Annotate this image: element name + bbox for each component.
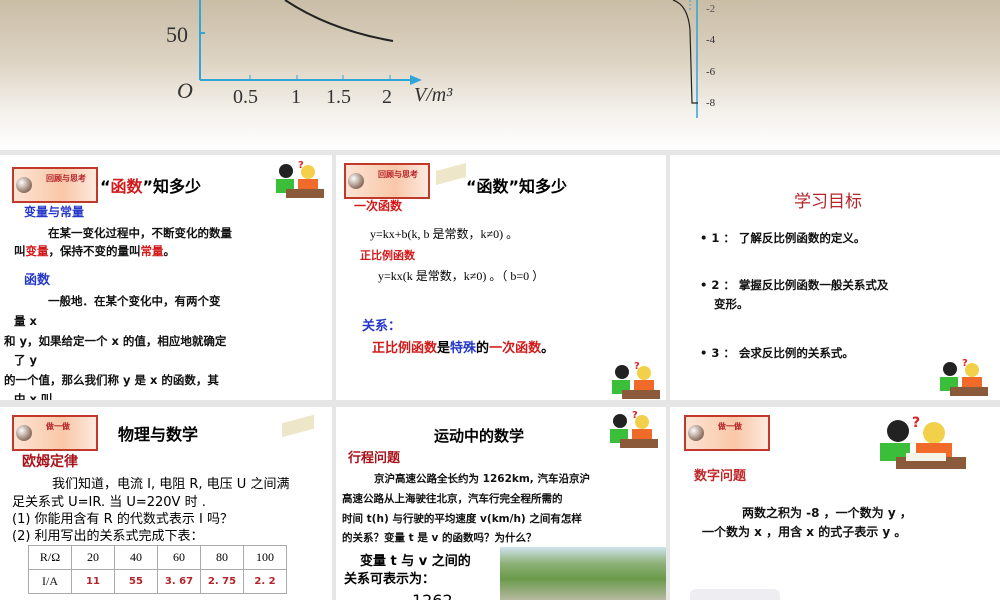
heading: 关系： bbox=[362, 319, 402, 334]
slide-thumbnail-6[interactable]: 做一做 ? 数字问题 两数之积为 -8 ，一个数为 y ， 一个数为 x ，用含… bbox=[670, 407, 1000, 600]
x-axis-label: V/m³ bbox=[414, 84, 453, 106]
globe-icon bbox=[16, 425, 32, 441]
heading: 一次函数 bbox=[354, 199, 403, 213]
text-line: 了 y bbox=[14, 353, 37, 367]
slide-title: 学习目标 bbox=[794, 192, 862, 212]
kids-reading-icon: ? bbox=[268, 159, 328, 201]
svg-text:?: ? bbox=[298, 160, 304, 171]
text-line: 在某一变化过程中，不断变化的数量 bbox=[48, 226, 232, 240]
text-line: 高速公路从上海驶往北京，汽车行完全程所需的 bbox=[342, 493, 563, 505]
slide-title: “函数”知多少 bbox=[466, 177, 568, 196]
book-pencil-icon bbox=[690, 589, 780, 600]
goal-item: • 3 ： 会求反比例的关系式。 bbox=[700, 346, 854, 360]
table-cell: 40 bbox=[114, 545, 158, 570]
text-line: 一个数为 x ，用含 x 的式子表示 y 。 bbox=[702, 525, 907, 539]
slide-thumbnail-4[interactable]: 做一做 物理与数学 欧姆定律 我们知道，电流 I, 电阻 R, 电压 U 之间满… bbox=[0, 407, 332, 600]
section-badge: 做一做 bbox=[12, 415, 98, 451]
right-chart bbox=[672, 0, 698, 118]
y-tick-label: 50 bbox=[166, 22, 188, 47]
slide-thumbnail-5[interactable]: 运动中的数学 ? 行程问题 京沪高速公路全长约为 1262km, 汽车沿京沪 高… bbox=[336, 407, 666, 600]
heading: 行程问题 bbox=[348, 451, 401, 466]
table-cell: 20 bbox=[71, 545, 115, 570]
formula: y=kx(k 是常数，k≠0) 。（ b=0 ） bbox=[378, 269, 545, 283]
text-line: 的一个值，那么我们称 y 是 x 的函数，其 bbox=[4, 373, 219, 387]
text-line: 一般地．在某个变化中，有两个变 bbox=[48, 294, 221, 308]
section-badge: 做一做 bbox=[684, 415, 770, 451]
formula: y=kx+b(k, b 是常数，k≠0) 。 bbox=[370, 227, 519, 241]
table-row: R/Ω 20 40 60 80 100 bbox=[28, 545, 287, 570]
svg-text:?: ? bbox=[912, 415, 920, 431]
slide-thumbnail-1[interactable]: 回顾与思考 “函数”知多少 ? 变量与常量 在某一变化过程中，不断变化的数量 叫… bbox=[0, 155, 332, 400]
table-cell: 2. 2 bbox=[243, 569, 287, 594]
data-table: R/Ω 20 40 60 80 100 I/A 11 55 3. 67 2. 75 2. 2 bbox=[28, 545, 287, 594]
slide-charts bbox=[199, 0, 698, 118]
book-icon bbox=[282, 414, 314, 438]
slide-title: 物理与数学 bbox=[118, 425, 199, 444]
text-line: 变量 t 与 v 之间的 bbox=[360, 554, 471, 569]
slide-thumbnail-3[interactable]: 学习目标 • 1 ： 了解反比例函数的定义。 • 2 ： 掌握反比例函数一般关系… bbox=[670, 155, 1000, 400]
svg-text:?: ? bbox=[634, 361, 640, 372]
text-line: 和 y，如果给定一个 x 的值，相应地就确定 bbox=[4, 334, 227, 348]
heading: 数字问题 bbox=[694, 469, 747, 484]
table-row: I/A 11 55 3. 67 2. 75 2. 2 bbox=[28, 569, 287, 594]
x-tick-label: 0.5 bbox=[233, 86, 258, 108]
left-chart bbox=[199, 0, 422, 85]
table-cell: 11 bbox=[71, 569, 115, 594]
goal-item: • 1 ： 了解反比例函数的定义。 bbox=[700, 231, 866, 245]
kids-reading-icon: ? bbox=[602, 409, 662, 451]
book-icon bbox=[436, 162, 466, 186]
globe-icon bbox=[688, 425, 704, 441]
text-line: 京沪高速公路全长约为 1262km, 汽车沿京沪 bbox=[374, 473, 590, 485]
fraction-numerator: 1262 bbox=[412, 591, 453, 600]
text-line: (2) 利用写出的关系式完成下表： bbox=[12, 529, 204, 544]
text-line: 叫变量，保持不变的量叫常量。 bbox=[14, 244, 175, 258]
text-line: 我们知道，电流 I, 电阻 R, 电压 U 之间满 bbox=[52, 477, 290, 492]
heading: 欧姆定律 bbox=[22, 454, 78, 470]
text-line: 的关系？变量 t 是 v 的函数吗？为什么？ bbox=[342, 532, 537, 544]
table-cell: 2. 75 bbox=[200, 569, 244, 594]
x-tick-label: 2 bbox=[382, 86, 392, 108]
table-cell: 80 bbox=[200, 545, 244, 570]
svg-text:?: ? bbox=[632, 410, 638, 421]
table-cell: R/Ω bbox=[28, 545, 72, 570]
slide-thumbnail-2[interactable]: 回顾与思考 “函数”知多少 一次函数 y=kx+b(k, b 是常数，k≠0) … bbox=[336, 155, 666, 400]
origin-label: O bbox=[177, 78, 193, 103]
text-line: 量 x bbox=[14, 314, 37, 328]
text-line: 时间 t(h) 与行驶的平均速度 v(km/h) 之间有怎样 bbox=[342, 513, 582, 525]
slide-title: “函数”知多少 bbox=[100, 177, 202, 196]
kids-reading-icon: ? bbox=[870, 415, 970, 471]
table-cell: 55 bbox=[114, 569, 158, 594]
table-cell: 3. 67 bbox=[157, 569, 201, 594]
x-tick-label: 1.5 bbox=[326, 86, 351, 108]
heading: 正比例函数 bbox=[360, 249, 415, 262]
kids-reading-icon: ? bbox=[604, 360, 664, 400]
text-line: 两数之积为 -8 ，一个数为 y ， bbox=[742, 506, 912, 520]
heading: 函数 bbox=[24, 273, 51, 288]
y-tick-label: -4 bbox=[706, 34, 716, 46]
globe-icon bbox=[348, 173, 364, 189]
kids-reading-icon: ? bbox=[932, 357, 992, 399]
heading: 变量与常量 bbox=[24, 205, 85, 219]
top-slide[interactable]: 50 O 0.5 1 1.5 2 V/m³ -2 -4 -6 -8 bbox=[0, 0, 1000, 150]
relation-text: 正比例函数是特殊的一次函数。 bbox=[372, 341, 555, 356]
text-line: 关系可表示为： bbox=[344, 572, 436, 587]
table-cell: I/A bbox=[28, 569, 72, 594]
highway-photo bbox=[500, 547, 666, 600]
section-badge: 回顾与思考 bbox=[12, 167, 98, 203]
y-tick-label: -8 bbox=[706, 97, 716, 109]
goal-item-cont: 变形。 bbox=[714, 297, 749, 311]
svg-text:?: ? bbox=[962, 358, 968, 369]
globe-icon bbox=[16, 177, 32, 193]
goal-item: • 2 ： 掌握反比例函数一般关系式及 bbox=[700, 278, 889, 292]
slide-title: 运动中的数学 bbox=[434, 427, 525, 445]
y-tick-label: -2 bbox=[706, 3, 716, 15]
text-line: 中 x 叫 bbox=[14, 392, 53, 400]
section-badge: 回顾与思考 bbox=[344, 163, 430, 199]
table-cell: 100 bbox=[243, 545, 287, 570]
x-tick-label: 1 bbox=[291, 86, 301, 108]
y-tick-label: -6 bbox=[706, 66, 716, 78]
table-cell: 60 bbox=[157, 545, 201, 570]
